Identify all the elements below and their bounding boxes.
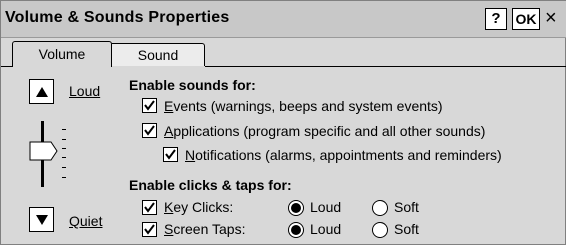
window-title: Volume & Sounds Properties	[5, 9, 230, 26]
notifications-checkbox[interactable]	[163, 147, 178, 162]
screen-taps-loud-label[interactable]: Loud	[310, 221, 341, 237]
radio-selected-dot	[291, 225, 301, 235]
volume-sounds-dialog: Volume & Sounds Properties ? OK × Volume…	[0, 0, 566, 245]
key-clicks-access-key: K	[164, 199, 174, 215]
screen-taps-label[interactable]: Screen Taps:	[164, 221, 245, 237]
volume-up-button[interactable]	[29, 79, 54, 104]
key-clicks-label[interactable]: Key Clicks:	[164, 199, 233, 215]
key-clicks-checkbox[interactable]	[142, 200, 157, 215]
quiet-access-key: Quiet	[69, 213, 103, 229]
radio-selected-dot	[291, 203, 301, 213]
screen-taps-soft-radio[interactable]	[372, 222, 388, 238]
applications-text: pplications (program specific and all ot…	[173, 123, 486, 139]
slider-tick	[62, 148, 66, 149]
slider-tick	[62, 177, 66, 178]
notifications-access-key: N	[185, 147, 196, 163]
slider-tick	[62, 139, 66, 140]
events-label[interactable]: Events (warnings, beeps and system event…	[164, 98, 443, 114]
key-clicks-soft-label[interactable]: Soft	[394, 199, 419, 215]
checkmark-icon	[144, 224, 155, 235]
key-clicks-loud-radio[interactable]	[288, 200, 304, 216]
checkmark-icon	[144, 125, 155, 136]
notifications-text: otifications (alarms, appointments and r…	[195, 147, 502, 163]
applications-label[interactable]: Applications (program specific and all o…	[164, 123, 485, 139]
loud-label: Loud	[69, 83, 100, 99]
tab-sound[interactable]: Sound	[112, 43, 205, 66]
help-button[interactable]: ?	[485, 8, 507, 30]
screen-taps-loud-radio[interactable]	[288, 222, 304, 238]
slider-tick	[62, 167, 66, 168]
screen-taps-soft-label[interactable]: Soft	[394, 221, 419, 237]
enable-clicks-taps-heading: Enable clicks & taps for:	[129, 177, 292, 193]
tab-volume[interactable]: Volume	[12, 41, 112, 67]
checkmark-icon	[165, 149, 176, 160]
key-clicks-loud-label[interactable]: Loud	[310, 199, 341, 215]
applications-access-key: A	[164, 123, 174, 139]
quiet-label: Quiet	[69, 213, 102, 229]
slider-thumb-icon	[29, 141, 58, 161]
slider-tick	[62, 129, 66, 130]
enable-sounds-heading: Enable sounds for:	[129, 77, 256, 93]
screen-taps-text: creen Taps:	[173, 221, 246, 237]
ok-button[interactable]: OK	[512, 8, 540, 30]
tab-divider-left	[1, 66, 12, 67]
triangle-up-icon	[35, 86, 48, 97]
volume-slider-thumb[interactable]	[29, 141, 59, 166]
screen-taps-access-key: S	[164, 221, 174, 237]
events-checkbox[interactable]	[142, 98, 157, 113]
events-text: vents (warnings, beeps and system events…	[173, 98, 443, 114]
triangle-down-icon	[35, 214, 48, 225]
slider-tick	[62, 157, 66, 158]
key-clicks-text: ey Clicks:	[173, 199, 234, 215]
events-access-key: E	[164, 98, 174, 114]
loud-access-key: Loud	[69, 83, 101, 99]
close-button[interactable]: ×	[545, 8, 557, 28]
tab-divider	[205, 66, 566, 67]
notifications-label[interactable]: Notifications (alarms, appointments and …	[185, 147, 502, 163]
screen-taps-checkbox[interactable]	[142, 222, 157, 237]
checkmark-icon	[144, 202, 155, 213]
title-bar: Volume & Sounds Properties ? OK ×	[1, 1, 566, 38]
applications-checkbox[interactable]	[142, 123, 157, 138]
key-clicks-soft-radio[interactable]	[372, 200, 388, 216]
volume-down-button[interactable]	[29, 207, 54, 232]
checkmark-icon	[144, 100, 155, 111]
